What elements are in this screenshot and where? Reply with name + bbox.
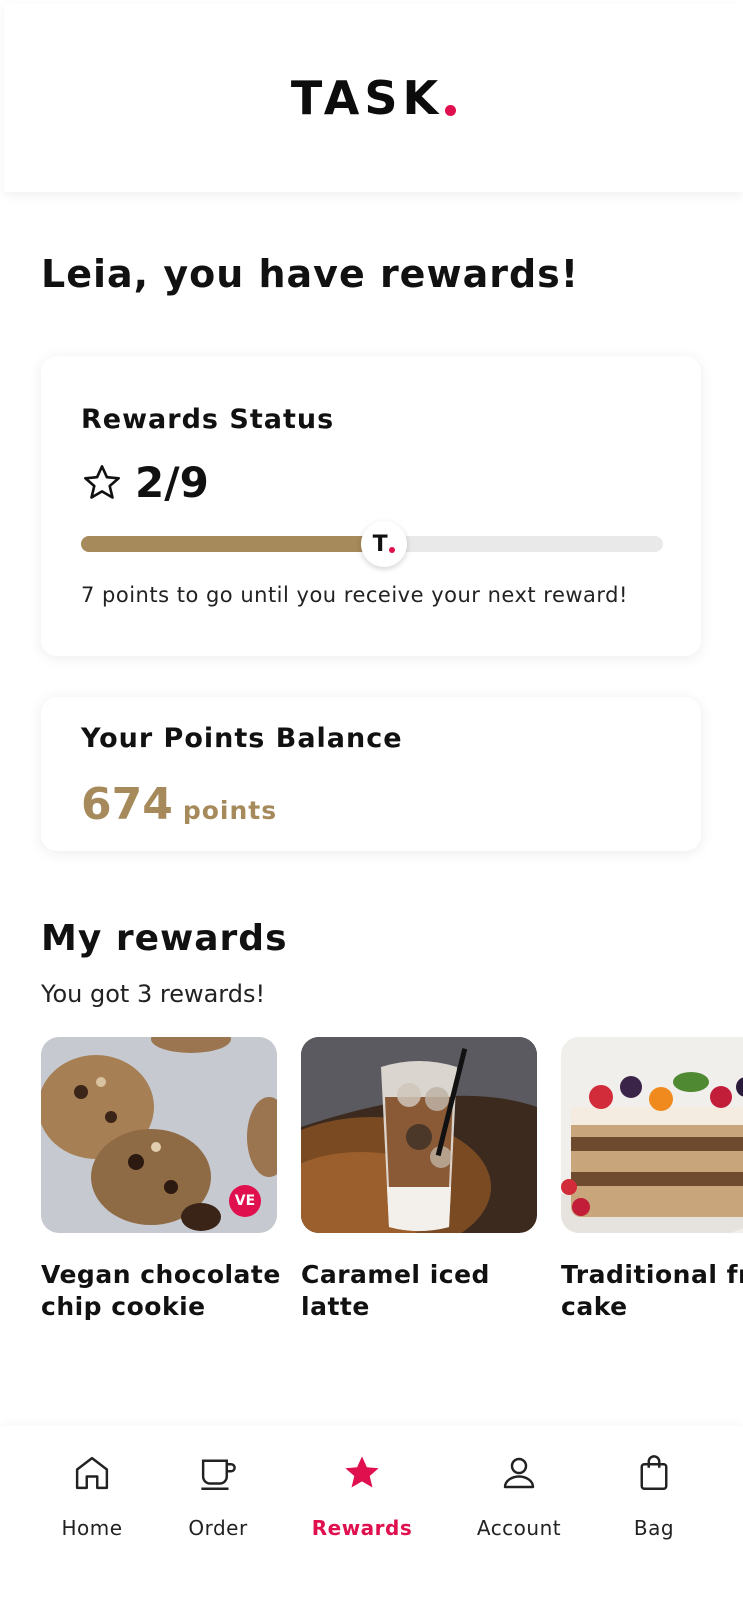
bag-icon: [640, 1455, 668, 1490]
rewards-progress-fill: [81, 536, 384, 552]
reward-title: Traditional fruit cake: [561, 1260, 743, 1321]
fruit-cake-image: [561, 1037, 743, 1233]
rewards-count: 2/9: [135, 458, 209, 507]
person-icon: [503, 1457, 535, 1489]
rewards-status-message: 7 points to go until you receive your ne…: [81, 583, 628, 607]
points-balance-unit: points: [182, 796, 278, 825]
nav-label-account: Account: [476, 1516, 562, 1540]
nav-item-order[interactable]: Order: [163, 1452, 273, 1540]
reward-card-fruit-cake[interactable]: Traditional fruit cake: [561, 1037, 743, 1323]
nav-item-home[interactable]: Home: [37, 1452, 147, 1540]
points-balance-title: Your Points Balance: [81, 723, 403, 754]
app-header: TASK: [4, 4, 743, 192]
my-rewards-subtitle: You got 3 rewards!: [41, 980, 266, 1008]
cup-icon: [201, 1459, 236, 1490]
vegan-badge: VE: [229, 1185, 261, 1217]
bottom-nav: Home Order Rewards Account Bag: [0, 1426, 743, 1602]
reward-title: Caramel iced latte: [301, 1260, 490, 1321]
nav-label-rewards: Rewards: [311, 1516, 413, 1540]
rewards-status-card: Rewards Status 2/9 T 7 points to go unti…: [41, 356, 701, 656]
brand-name: TASK: [290, 71, 444, 125]
brand-logo[interactable]: TASK: [290, 71, 457, 125]
rewards-count-row: 2/9: [81, 458, 209, 507]
app-screen: TASK Leia, you have rewards! Rewards Sta…: [0, 0, 743, 1602]
nav-item-account[interactable]: Account: [464, 1452, 574, 1540]
latte-image: [301, 1037, 537, 1233]
points-balance-card: Your Points Balance 674 points: [41, 697, 701, 851]
nav-item-rewards[interactable]: Rewards: [307, 1452, 417, 1540]
reward-title: Vegan chocolate chip cookie: [41, 1260, 281, 1321]
logo-dot: [445, 105, 457, 116]
reward-image-cookie: VE: [41, 1037, 277, 1233]
rewards-progress-bar: T: [81, 521, 663, 567]
nav-item-bag[interactable]: Bag: [599, 1452, 709, 1540]
reward-image-latte: [301, 1037, 537, 1233]
my-rewards-title: My rewards: [41, 918, 288, 959]
rewards-status-title: Rewards Status: [81, 404, 335, 435]
home-icon: [75, 1456, 109, 1490]
points-balance-row: 674 points: [81, 779, 277, 830]
nav-label-order: Order: [188, 1516, 248, 1540]
reward-card-latte[interactable]: Caramel iced latte: [301, 1037, 537, 1323]
star-icon: [345, 1456, 379, 1488]
reward-image-fruit-cake: [561, 1037, 743, 1233]
progress-knob: T: [360, 521, 407, 567]
nav-label-home: Home: [61, 1516, 123, 1540]
star-outline-icon: [84, 464, 120, 499]
nav-label-bag: Bag: [633, 1516, 675, 1540]
page-title: Leia, you have rewards!: [41, 252, 580, 296]
knob-letter: T: [372, 531, 388, 557]
reward-card-cookie[interactable]: VE Vegan chocolate chip cookie: [41, 1037, 280, 1323]
knob-dot: [388, 547, 395, 553]
points-balance-value: 674: [81, 779, 173, 830]
